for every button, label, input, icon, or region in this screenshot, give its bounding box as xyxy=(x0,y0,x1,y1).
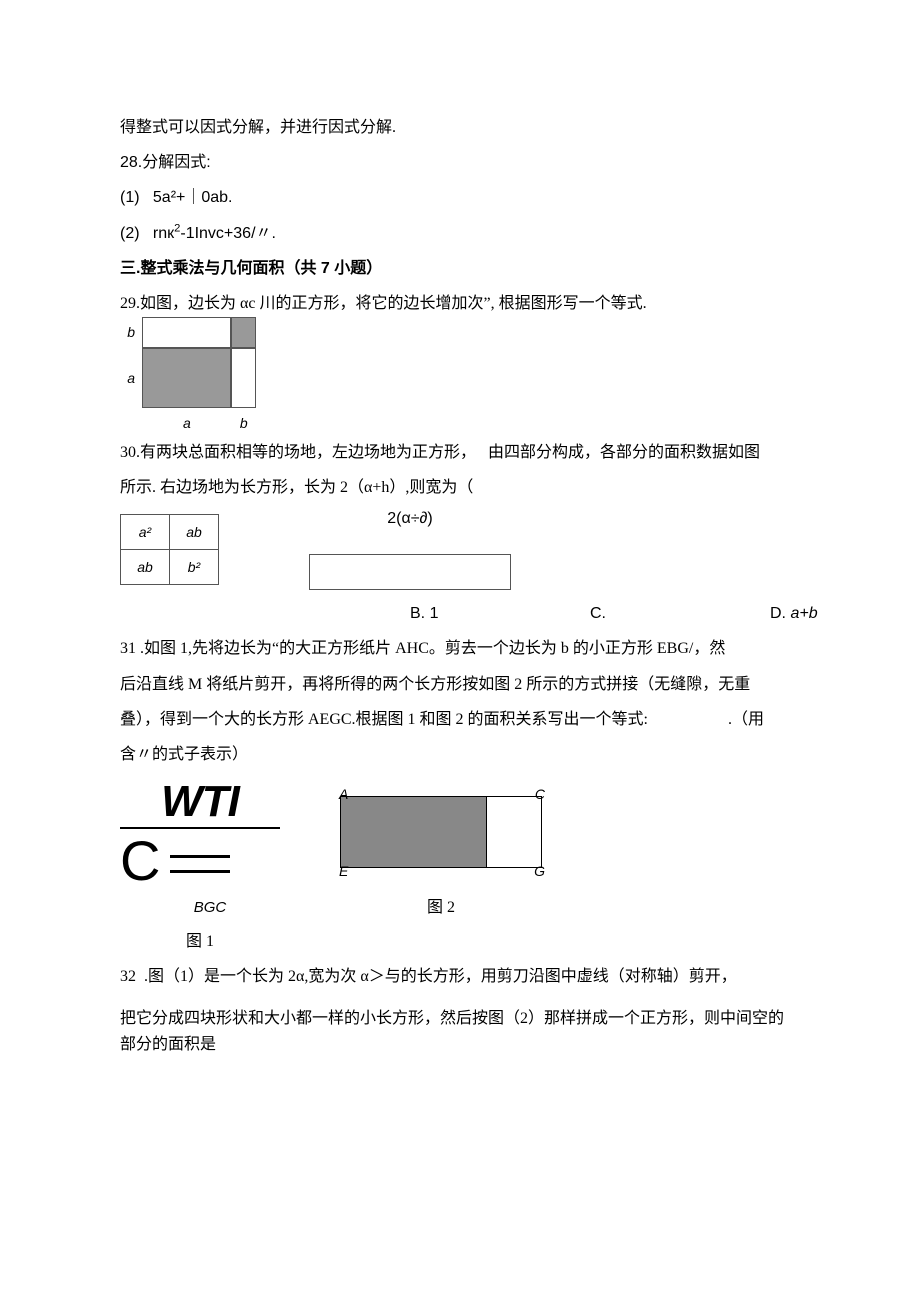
q29-text: 29.如图，边长为 αc 川的正方形，将它的边长增加次”, 根据图形写一个等式. xyxy=(120,286,800,321)
q28-title: 28.分解因式: xyxy=(120,145,800,180)
q30-line2: 所示. 右边场地为长方形，长为 2（α+h）,则宽为（ xyxy=(120,470,800,505)
choice-d: D. a+b xyxy=(770,596,818,631)
q30-rect-wrap: 2(α÷∂) xyxy=(309,509,511,590)
q31-figures: WTI C BGC 图 1 A C E G 图 2 xyxy=(120,778,800,959)
q32-line3: 部分的面积是 xyxy=(120,1032,800,1058)
q31-figure2: A C E G 图 2 xyxy=(340,778,542,925)
text-line: 得整式可以因式分解，并进行因式分解. xyxy=(120,110,800,145)
cell-b2: b² xyxy=(170,550,219,585)
q28-part2: (2) rnк2-1Invc+36/〃. xyxy=(120,216,800,251)
q31-line3: 叠），得到一个大的长方形 AEGC.根据图 1 和图 2 的面积关系写出一个等式… xyxy=(120,702,800,737)
wti-text: WTI xyxy=(120,778,280,828)
q31-figure1: WTI C BGC 图 1 xyxy=(120,778,280,959)
cell-ab: ab xyxy=(170,515,219,550)
fig1-caption: 图 1 xyxy=(120,924,280,959)
q29-figure: b a a b xyxy=(120,317,256,439)
corner-e: E xyxy=(339,856,348,887)
corner-a: A xyxy=(339,779,348,810)
rect-aegc: A C E G xyxy=(340,796,542,868)
q31-line4: 含〃的式子表示） xyxy=(120,737,800,772)
q30-figures: a² ab ab b² 2(α÷∂) xyxy=(120,509,800,590)
bgc-label: BGC xyxy=(120,891,280,924)
label-a: a xyxy=(120,348,142,408)
q32-line1: 32 .图（1）是一个长为 2α,宽为次 α＞与的长方形，用剪刀沿图中虚线（对称… xyxy=(120,959,800,994)
q30-rectangle xyxy=(309,554,511,590)
label-b: b xyxy=(120,317,142,348)
corner-c: C xyxy=(535,779,545,810)
q30-choices: B. 1 C. D. a+b xyxy=(120,596,800,631)
q28-part1: (1) 5a²+｜0ab. xyxy=(120,180,800,215)
big-c: C xyxy=(120,833,160,889)
equal-marks xyxy=(170,843,230,879)
choice-c: C. xyxy=(590,596,770,631)
q31-line2: 后沿直线 M 将纸片剪开，再将所得的两个长方形按如图 2 所示的方式拼接（无缝隙… xyxy=(120,667,800,702)
q30-line1: 30.有两块总面积相等的场地，左边场地为正方形， 由四部分构成，各部分的面积数据… xyxy=(120,435,800,470)
cell-ab2: ab xyxy=(121,550,170,585)
page: 得整式可以因式分解，并进行因式分解. 28.分解因式: (1) 5a²+｜0ab… xyxy=(0,0,920,1117)
q30-square: a² ab ab b² xyxy=(120,514,219,585)
section3-heading: 三.整式乘法与几何面积（共 7 小题） xyxy=(120,251,800,286)
cell-a2: a² xyxy=(121,515,170,550)
q32-line2: 把它分成四块形状和大小都一样的小长方形，然后按图（2）那样拼成一个正方形，则中间… xyxy=(120,1006,800,1032)
choice-b: B. 1 xyxy=(410,596,590,631)
corner-g: G xyxy=(534,856,545,887)
q31-line1: 31 .如图 1,先将边长为“的大正方形纸片 AHC。剪去一个边长为 b 的小正… xyxy=(120,631,800,666)
fig2-caption: 图 2 xyxy=(340,890,542,925)
q30-rect-label: 2(α÷∂) xyxy=(309,509,511,528)
